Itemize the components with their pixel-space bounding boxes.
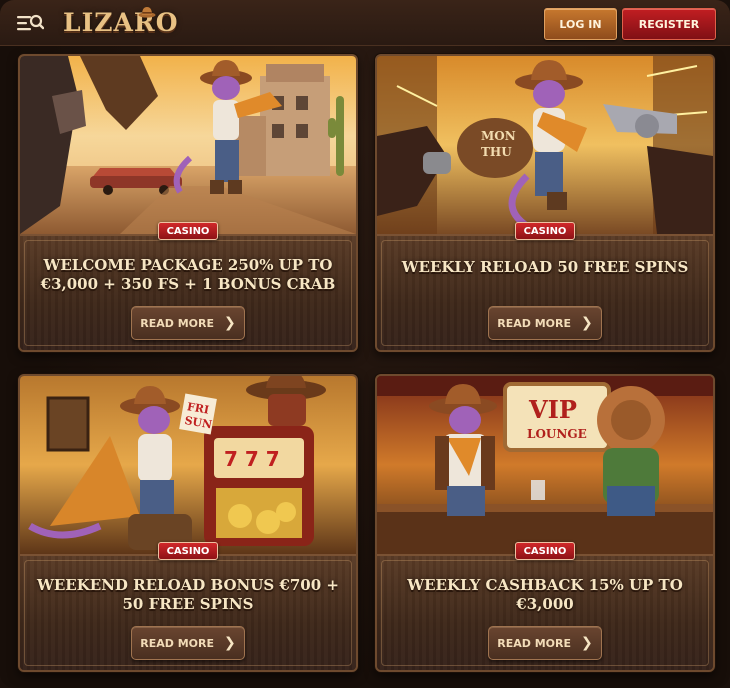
read-more-label: READ MORE [497, 316, 571, 330]
promo-art-slot-machine: 7 7 7 FRI SUN [20, 376, 356, 554]
promo-card-weekend-reload[interactable]: 7 7 7 FRI SUN CASINO WEEKEND RELOAD BONU… [18, 374, 358, 672]
promo-card-body: CASINO WEEKLY RELOAD 50 FREE SPINS READ … [377, 222, 713, 350]
promo-card-body: CASINO WEEKLY CASHBACK 15% UP TO €3,000 … [377, 542, 713, 670]
casino-badge: CASINO [515, 542, 575, 560]
svg-text:7 7 7: 7 7 7 [224, 447, 280, 471]
casino-badge: CASINO [158, 222, 218, 240]
promo-card-weekly-reload[interactable]: MON THU CASINO WEEKLY RELOAD 50 FREE SPI… [375, 54, 715, 352]
read-more-button[interactable]: READ MORE ❯ [488, 306, 602, 340]
cowboy-hat-icon [138, 4, 156, 23]
casino-badge: CASINO [158, 542, 218, 560]
vip-sign-title: VIP [528, 395, 577, 424]
promo-card-weekly-cashback[interactable]: VIP LOUNGE CASINO WEEKLY CASHBACK 15% UP… [375, 374, 715, 672]
promo-title: WELCOME PACKAGE 250% UP TO €3,000 + 350 … [40, 256, 336, 293]
page-frame: LIZARO LOG IN REGISTER CASINO WELCOME PA… [0, 0, 730, 688]
vip-sign-subtitle: LOUNGE [527, 427, 587, 441]
chevron-right-icon: ❯ [581, 315, 593, 331]
sack-label-top: MON [481, 129, 516, 143]
promo-title: WEEKLY CASHBACK 15% UP TO €3,000 [407, 576, 683, 613]
sack-label-bottom: THU [481, 145, 512, 159]
read-more-label: READ MORE [140, 316, 214, 330]
promo-card-body: CASINO WEEKEND RELOAD BONUS €700 + 50 FR… [20, 542, 356, 670]
promo-card-body: CASINO WELCOME PACKAGE 250% UP TO €3,000… [20, 222, 356, 350]
top-header: LIZARO LOG IN REGISTER [0, 0, 730, 46]
chevron-right-icon: ❯ [581, 635, 593, 651]
chevron-right-icon: ❯ [224, 635, 236, 651]
chevron-right-icon: ❯ [224, 315, 236, 331]
casino-badge: CASINO [515, 222, 575, 240]
read-more-button[interactable]: READ MORE ❯ [131, 626, 245, 660]
read-more-button[interactable]: READ MORE ❯ [488, 626, 602, 660]
promo-art-vip-lounge: VIP LOUNGE [377, 376, 713, 554]
brand-logo[interactable]: LIZARO [63, 6, 178, 40]
login-button[interactable]: LOG IN [544, 8, 617, 40]
read-more-label: READ MORE [497, 636, 571, 650]
promo-card-welcome[interactable]: CASINO WELCOME PACKAGE 250% UP TO €3,000… [18, 54, 358, 352]
read-more-label: READ MORE [140, 636, 214, 650]
read-more-button[interactable]: READ MORE ❯ [131, 306, 245, 340]
promo-art-revolver-showdown: MON THU [377, 56, 713, 234]
menu-search-icon[interactable] [16, 12, 45, 34]
promo-art-desert-street [20, 56, 356, 234]
promo-title: WEEKLY RELOAD 50 FREE SPINS [401, 258, 689, 276]
register-button[interactable]: REGISTER [622, 8, 716, 40]
promo-title: WEEKEND RELOAD BONUS €700 + 50 FREE SPIN… [37, 576, 339, 613]
